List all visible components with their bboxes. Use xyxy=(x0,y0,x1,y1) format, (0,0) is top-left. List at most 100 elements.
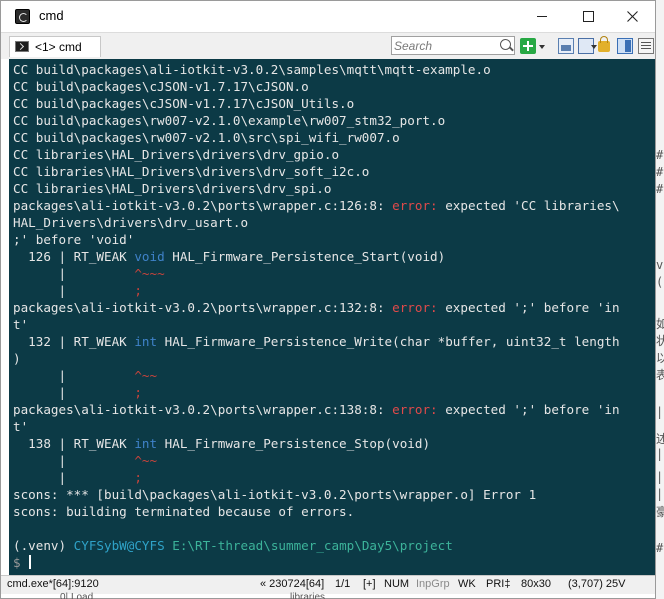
terminal-line: CC libraries\HAL_Drivers\drivers\drv_sof… xyxy=(13,163,369,180)
search-input[interactable] xyxy=(394,38,494,53)
terminal-text: HAL_Firmware_Persistence_Start(void) xyxy=(164,249,446,264)
terminal-text: error: xyxy=(392,402,438,417)
terminal-text: int xyxy=(134,436,158,451)
minimize-icon xyxy=(537,16,547,17)
status-process[interactable]: cmd.exe*[64]:9120 xyxy=(7,578,99,590)
background-fragment: 以 xyxy=(656,351,664,365)
terminal-line: CC build\packages\rw007-v2.1.0\example\r… xyxy=(13,112,445,129)
terminal-line: | ; xyxy=(13,282,142,299)
status-position[interactable]: « 230724[64] xyxy=(260,578,324,590)
status-size[interactable]: 80x30 xyxy=(521,578,551,590)
terminal-text: | xyxy=(13,385,135,400)
terminal-output[interactable]: CC build\packages\ali-iotkit-v3.0.2\samp… xyxy=(9,59,655,575)
terminal-text: error: xyxy=(392,198,438,213)
status-wk[interactable]: WK xyxy=(458,578,476,590)
tab-cmd[interactable]: <1> cmd xyxy=(9,36,101,57)
close-button[interactable] xyxy=(609,1,655,32)
terminal-text: HAL_Firmware_Persistence_Write(char *buf… xyxy=(157,334,620,349)
new-console-dropdown-icon[interactable] xyxy=(539,45,545,49)
background-fragment: | xyxy=(656,470,664,484)
terminal-text: CC build\packages\ali-iotkit-v3.0.2\samp… xyxy=(13,62,491,77)
maximize-icon xyxy=(582,11,594,22)
background-fragment: ( xyxy=(656,275,664,289)
search-box[interactable] xyxy=(391,36,515,55)
status-plus[interactable]: [+] xyxy=(363,578,376,590)
background-fragment: 述 xyxy=(656,432,664,446)
terminal-line: CC libraries\HAL_Drivers\drivers\drv_gpi… xyxy=(13,146,339,163)
terminal-text: (.venv) xyxy=(13,538,74,553)
terminal-line: | ; xyxy=(13,384,141,401)
terminal-text: t' xyxy=(13,317,29,332)
terminal-line: | ; xyxy=(13,469,142,486)
terminal-line: t' xyxy=(13,418,28,435)
terminal-text: expected ';' before 'in xyxy=(437,300,620,315)
terminal-text: CC build\packages\rw007-v2.1.0\example\r… xyxy=(13,113,446,128)
terminal-text: ^~~~ xyxy=(134,266,165,281)
background-fragment: | xyxy=(656,487,664,501)
terminal-line: (.venv) CYFSybW@CYFS E:\RT-thread\summer… xyxy=(13,537,453,554)
terminal-line: | ^~~ xyxy=(13,367,157,384)
status-num[interactable]: NUM xyxy=(384,578,409,590)
terminal-text: ;' before 'void' xyxy=(13,232,135,247)
background-fragment: 表 xyxy=(656,368,664,382)
conemu-app-icon[interactable] xyxy=(15,9,30,24)
terminal-text: CC build\packages\cJSON-v1.7.17\cJSON_Ut… xyxy=(13,96,355,111)
terminal-line: | ^~~ xyxy=(13,452,157,469)
status-bar: cmd.exe*[64]:9120 « 230724[64] 1/1 [+] N… xyxy=(1,575,655,594)
title-bar[interactable]: cmd xyxy=(1,1,655,32)
terminal-text: CC libraries\HAL_Drivers\drivers\drv_sof… xyxy=(13,164,370,179)
terminal-text: | xyxy=(13,453,135,468)
console-icon xyxy=(15,41,29,52)
terminal-text: scons: *** [build\packages\ali-iotkit-v3… xyxy=(13,487,537,502)
status-inpgrp[interactable]: InpGrp xyxy=(416,578,450,590)
lock-icon[interactable] xyxy=(598,36,610,52)
terminal-text: HAL_Drivers\drivers\drv_usart.o xyxy=(13,215,249,230)
terminal-line: | ^~~~ xyxy=(13,265,165,282)
terminal-line: 132 | RT_WEAK int HAL_Firmware_Persisten… xyxy=(13,333,620,350)
settings-dropdown-icon[interactable] xyxy=(591,45,597,49)
status-pages[interactable]: 1/1 xyxy=(335,578,350,590)
terminal-line: $ xyxy=(13,554,32,571)
terminal-text: packages\ali-iotkit-v3.0.2\ports\wrapper… xyxy=(13,198,393,213)
background-fragment: # xyxy=(656,541,664,555)
background-window: # # # v(如状以表 | 述 | | | 豪 # xyxy=(656,0,664,599)
terminal-text: ; xyxy=(134,283,142,298)
terminal-line: 126 | RT_WEAK void HAL_Firmware_Persiste… xyxy=(13,248,445,265)
terminal-text: 132 | RT_WEAK xyxy=(13,334,135,349)
toolbar: <1> cmd xyxy=(1,32,655,59)
maximize-button[interactable] xyxy=(565,1,611,32)
terminal-text: ; xyxy=(134,470,142,485)
terminal-line: CC build\packages\cJSON-v1.7.17\cJSON.o xyxy=(13,78,309,95)
terminal-text: 126 | RT_WEAK xyxy=(13,249,135,264)
terminal-line: CC build\packages\ali-iotkit-v3.0.2\samp… xyxy=(13,61,491,78)
panes-icon[interactable] xyxy=(558,38,574,54)
tab-label: <1> cmd xyxy=(35,40,82,54)
terminal-text: | xyxy=(13,368,135,383)
terminal-text: CC build\packages\rw007-v2.1.0\src\spi_w… xyxy=(13,130,400,145)
search-icon[interactable] xyxy=(500,39,511,50)
terminal-text: ) xyxy=(13,351,21,366)
menu-icon[interactable] xyxy=(638,38,654,54)
background-fragment: # xyxy=(656,182,664,196)
minimize-button[interactable] xyxy=(519,1,565,32)
terminal-text: | xyxy=(13,283,135,298)
status-pri[interactable]: PRI‡ xyxy=(486,578,510,590)
text-cursor xyxy=(29,555,32,569)
new-console-icon[interactable] xyxy=(520,38,536,54)
terminal-line: packages\ali-iotkit-v3.0.2\ports\wrapper… xyxy=(13,401,620,418)
split-view-icon[interactable] xyxy=(617,38,633,54)
terminal-text: CC libraries\HAL_Drivers\drivers\drv_spi… xyxy=(13,181,332,196)
terminal-text: E:\RT-thread\summer_camp\Day5\project xyxy=(172,538,453,553)
background-fragment: | xyxy=(656,447,664,461)
terminal-line: CC libraries\HAL_Drivers\drivers\drv_spi… xyxy=(13,180,331,197)
terminal-text: expected ';' before 'in xyxy=(437,402,620,417)
terminal-line: scons: building terminated because of er… xyxy=(13,503,354,520)
background-fragment: 如 xyxy=(656,317,664,331)
background-text-right: libraries xyxy=(290,592,326,599)
terminal-text: ^~~ xyxy=(134,453,158,468)
background-fragment: 状 xyxy=(656,334,664,348)
status-cursor[interactable]: (3,707) 25V xyxy=(568,578,625,590)
background-fragment: | xyxy=(656,405,664,419)
terminal-line: 138 | RT_WEAK int HAL_Firmware_Persisten… xyxy=(13,435,430,452)
terminal-text: CC build\packages\cJSON-v1.7.17\cJSON.o xyxy=(13,79,309,94)
